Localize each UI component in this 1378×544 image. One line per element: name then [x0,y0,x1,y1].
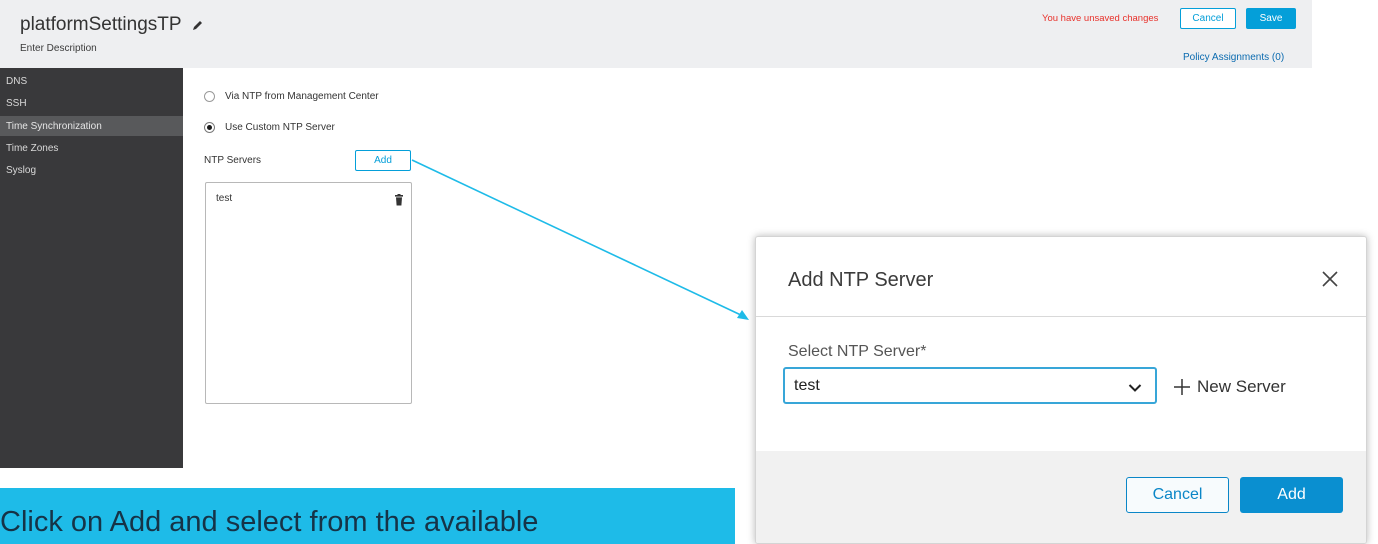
close-icon[interactable] [1320,269,1340,289]
dialog-footer: Cancel Add [756,451,1366,543]
caption-banner: Click on Add and select from the availab… [0,488,735,544]
policy-header: platformSettingsTP Enter Description You… [0,0,1312,68]
save-button[interactable]: Save [1246,8,1296,29]
new-server-label: New Server [1197,377,1286,396]
radio-button[interactable] [204,91,215,102]
add-ntp-server-button[interactable]: Add [355,150,411,171]
dialog-cancel-button[interactable]: Cancel [1126,477,1229,513]
chevron-down-icon[interactable] [1128,380,1142,392]
radio-option-ntp-management-center[interactable]: Via NTP from Management Center [204,91,379,102]
title-row: platformSettingsTP [20,14,206,36]
pencil-icon[interactable] [192,18,206,32]
page-description[interactable]: Enter Description [20,43,97,54]
ntp-servers-label: NTP Servers [204,155,262,166]
sidebar-item-dns[interactable]: DNS [0,71,183,91]
cancel-button[interactable]: Cancel [1180,8,1236,29]
add-ntp-server-dialog: Add NTP Server Select NTP Server* test N… [755,236,1367,544]
unsaved-changes-warning: You have unsaved changes [1042,13,1159,24]
caption-text: Click on Add and select from the availab… [0,506,539,538]
radio-option-custom-ntp-server[interactable]: Use Custom NTP Server [204,122,335,133]
dialog-add-button[interactable]: Add [1240,477,1343,513]
settings-sidebar: DNS SSH Time Synchronization Time Zones … [0,68,183,468]
trash-icon[interactable] [394,193,404,206]
radio-label: Via NTP from Management Center [225,91,379,102]
policy-assignments-link[interactable]: Policy Assignments (0) [1183,52,1284,63]
ntp-server-select[interactable]: test [783,367,1157,404]
ntp-server-list: test [205,182,412,404]
sidebar-item-ssh[interactable]: SSH [0,93,183,113]
plus-icon [1173,378,1191,396]
select-value: test [794,377,820,394]
page-title: platformSettingsTP [20,14,182,35]
sidebar-item-syslog[interactable]: Syslog [0,160,183,180]
dialog-title: Add NTP Server [788,269,934,291]
select-ntp-server-label: Select NTP Server* [788,343,927,360]
radio-button-selected[interactable] [204,122,215,133]
dialog-divider [756,316,1366,317]
sidebar-item-time-synchronization[interactable]: Time Synchronization [0,116,183,136]
list-item: test [216,193,233,204]
radio-label: Use Custom NTP Server [225,122,335,133]
sidebar-item-time-zones[interactable]: Time Zones [0,138,183,158]
new-server-button[interactable]: New Server [1173,377,1286,397]
